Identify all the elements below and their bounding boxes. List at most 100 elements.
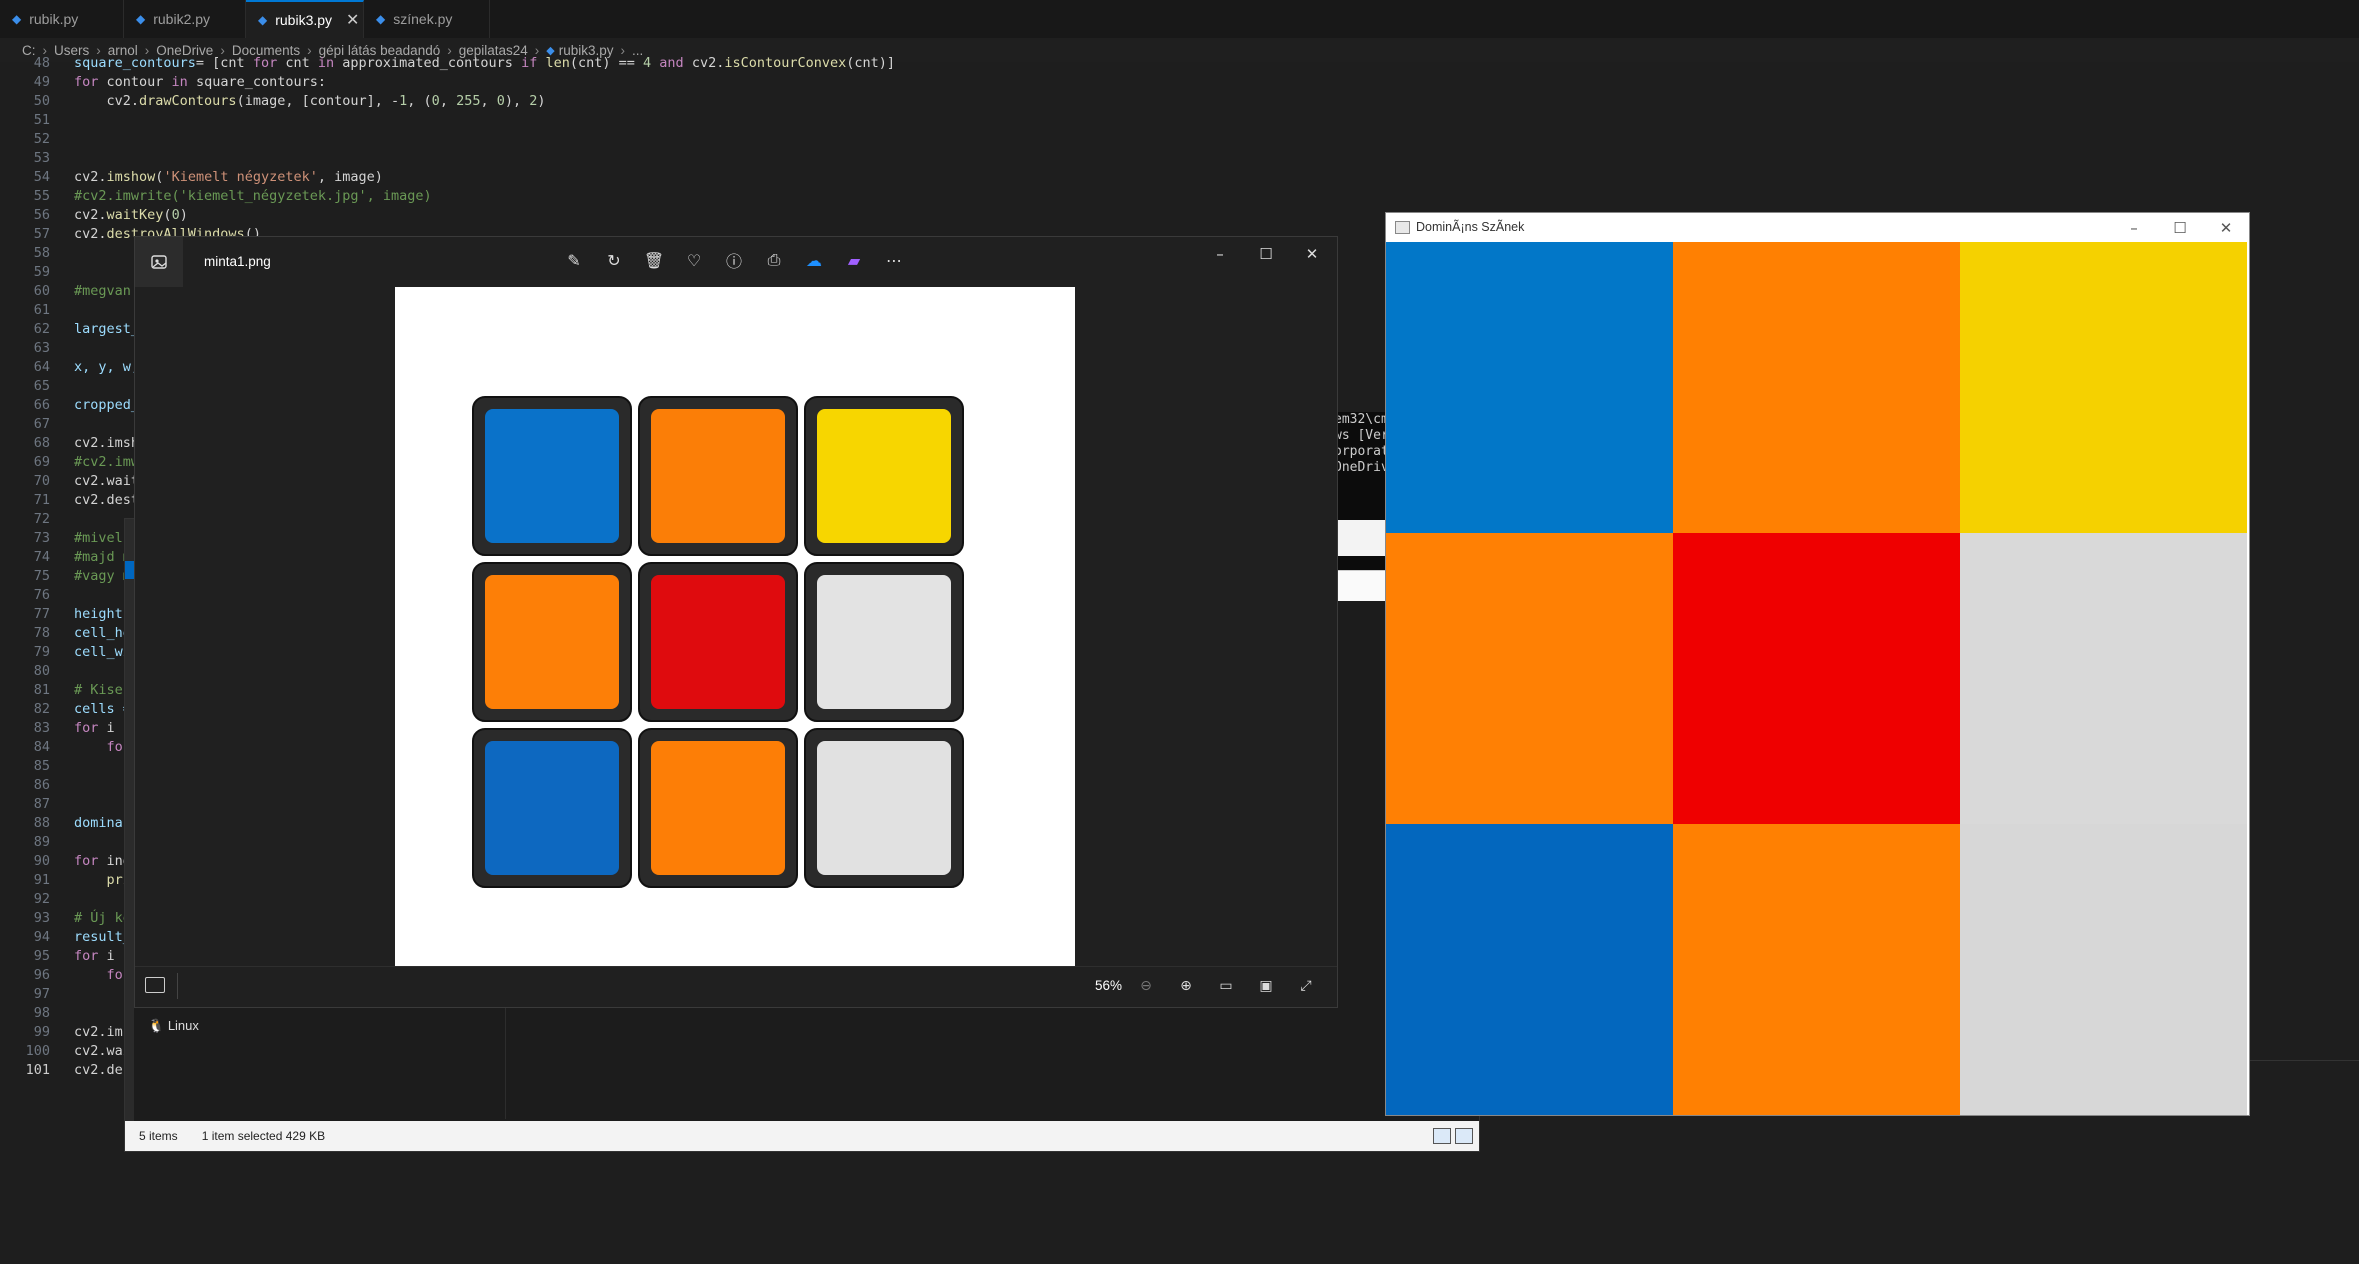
- photos-viewer-window: minta1.png ✎ ↻ 🗑 ♡ ⓘ ⎙ ☁ ▰ ⋯ – ☐ ✕ 56% ⊖…: [134, 236, 1338, 1008]
- code-line[interactable]: dominan: [74, 814, 131, 833]
- code-line[interactable]: cells =: [74, 700, 131, 719]
- code-line[interactable]: for: [74, 738, 131, 757]
- line-number: 94: [33, 929, 50, 945]
- explorer-status-bar: 5 items 1 item selected 429 KB: [125, 1121, 1479, 1151]
- edit-icon[interactable]: ✎: [563, 249, 585, 271]
- tab-label: rubik.py: [29, 11, 79, 27]
- python-file-icon: ◆: [136, 12, 146, 26]
- print-icon[interactable]: ⎙: [763, 249, 785, 271]
- color-cell: [1386, 824, 1673, 1115]
- line-number: 73: [33, 530, 50, 546]
- window-icon: [1395, 221, 1410, 234]
- code-line[interactable]: cv2.ims: [74, 1023, 131, 1042]
- code-line[interactable]: cv2.imsh: [74, 434, 139, 453]
- photos-app-icon[interactable]: [135, 237, 183, 287]
- code-line[interactable]: for contour in square_contours:: [74, 73, 326, 92]
- cube-sticker: [485, 575, 619, 709]
- line-number: 49: [33, 74, 50, 90]
- onedrive-icon[interactable]: ☁: [803, 249, 825, 271]
- more-icon[interactable]: ⋯: [883, 249, 905, 271]
- photos-toolbar: ✎ ↻ 🗑 ♡ ⓘ ⎙ ☁ ▰ ⋯: [563, 249, 905, 271]
- delete-icon[interactable]: 🗑: [643, 249, 665, 271]
- code-line[interactable]: #megvan: [74, 282, 131, 301]
- minimize-icon[interactable]: –: [2111, 213, 2157, 242]
- line-number: 77: [33, 606, 50, 622]
- maximize-icon[interactable]: ☐: [1243, 237, 1289, 271]
- line-number: 82: [33, 701, 50, 717]
- code-line[interactable]: #cv2.imw: [74, 453, 139, 472]
- info-icon[interactable]: ⓘ: [723, 249, 745, 271]
- photos-bottom-bar: 56% ⊖ ⊕ ▭ ▣ ⤢: [135, 966, 1337, 1007]
- window-title: DominÃ¡ns SzÃ­nek: [1416, 220, 1525, 234]
- divider: [177, 973, 178, 999]
- close-icon[interactable]: ✕: [2203, 213, 2249, 242]
- code-line[interactable]: largest_: [74, 320, 139, 339]
- python-file-icon: ◆: [12, 12, 22, 26]
- dominant-colors-title-bar: DominÃ¡ns SzÃ­nek – ☐ ✕: [1386, 213, 2249, 242]
- code-line[interactable]: cv2.waitKey(0): [74, 206, 188, 225]
- details-view-icon[interactable]: [1433, 1128, 1451, 1144]
- minimize-icon[interactable]: –: [1197, 237, 1243, 271]
- filmstrip-icon[interactable]: [145, 977, 165, 993]
- dominant-colors-grid: [1386, 242, 2247, 1115]
- code-line[interactable]: cv2.drawContours(image, [contour], -1, (…: [74, 92, 546, 111]
- line-number: 86: [33, 777, 50, 793]
- code-line[interactable]: cropped_: [74, 396, 139, 415]
- nav-item-linux[interactable]: 🐧 Linux: [148, 1018, 199, 1034]
- code-line[interactable]: # Új ké: [74, 909, 131, 928]
- image-canvas: [395, 287, 1075, 966]
- dominant-colors-window: DominÃ¡ns SzÃ­nek – ☐ ✕: [1385, 212, 2250, 1116]
- code-line[interactable]: # Kiseb: [74, 681, 131, 700]
- code-line[interactable]: cv2.imshow('Kiemelt négyzetek', image): [74, 168, 383, 187]
- code-line[interactable]: #majd m: [74, 548, 131, 567]
- code-line[interactable]: for: [74, 966, 131, 985]
- line-number: 87: [33, 796, 50, 812]
- code-line[interactable]: #mivel: [74, 529, 123, 548]
- fullscreen-icon[interactable]: ⤢: [1295, 975, 1317, 997]
- tab-rubik2[interactable]: ◆ rubik2.py: [124, 0, 246, 38]
- code-line[interactable]: for i: [74, 947, 123, 966]
- line-number: 72: [33, 511, 50, 527]
- line-number: 51: [33, 112, 50, 128]
- line-number: 57: [33, 226, 50, 242]
- zoom-out-icon[interactable]: ⊖: [1135, 975, 1157, 997]
- tab-szinek[interactable]: ◆ színek.py: [364, 0, 490, 38]
- code-line[interactable]: #cv2.imwrite('kiemelt_négyzetek.jpg', im…: [74, 187, 432, 206]
- close-icon[interactable]: ✕: [1289, 237, 1335, 271]
- linux-penguin-icon: 🐧: [148, 1018, 165, 1033]
- selection-info: 1 item selected 429 KB: [201, 1129, 326, 1143]
- code-line[interactable]: pri: [74, 871, 131, 890]
- tab-rubik[interactable]: ◆ rubik.py: [0, 0, 124, 38]
- code-line[interactable]: cv2.wait: [74, 472, 139, 491]
- actual-size-icon[interactable]: ▣: [1255, 975, 1277, 997]
- code-line[interactable]: cell_he: [74, 624, 131, 643]
- maximize-icon[interactable]: ☐: [2157, 213, 2203, 242]
- clipchamp-icon[interactable]: ▰: [843, 249, 865, 271]
- code-line[interactable]: cv2.wai: [74, 1042, 131, 1061]
- code-line[interactable]: height,: [74, 605, 131, 624]
- line-number: 88: [33, 815, 50, 831]
- tab-rubik3[interactable]: ◆ rubik3.py ✕: [246, 0, 364, 38]
- code-line[interactable]: for ind: [74, 852, 131, 871]
- color-cell: [1960, 824, 2247, 1115]
- line-number: 61: [33, 302, 50, 318]
- favorite-icon[interactable]: ♡: [683, 249, 705, 271]
- code-line[interactable]: cv2.des: [74, 1061, 131, 1080]
- color-cell: [1673, 242, 1960, 533]
- tab-label: rubik2.py: [153, 11, 211, 27]
- line-number: 96: [33, 967, 50, 983]
- code-line[interactable]: result_: [74, 928, 131, 947]
- line-number: 79: [33, 644, 50, 660]
- code-line[interactable]: #vagy m: [74, 567, 131, 586]
- line-number: 89: [33, 834, 50, 850]
- code-line[interactable]: square_contours= [cnt for cnt in approxi…: [74, 54, 895, 73]
- close-tab-icon[interactable]: ✕: [346, 10, 359, 30]
- code-line[interactable]: x, y, w,: [74, 358, 139, 377]
- zoom-in-icon[interactable]: ⊕: [1175, 975, 1197, 997]
- code-line[interactable]: cell_wi: [74, 643, 131, 662]
- tiles-view-icon[interactable]: [1455, 1128, 1473, 1144]
- rotate-icon[interactable]: ↻: [603, 249, 625, 271]
- code-line[interactable]: cv2.dest: [74, 491, 139, 510]
- fit-to-window-icon[interactable]: ▭: [1215, 975, 1237, 997]
- code-line[interactable]: for i: [74, 719, 123, 738]
